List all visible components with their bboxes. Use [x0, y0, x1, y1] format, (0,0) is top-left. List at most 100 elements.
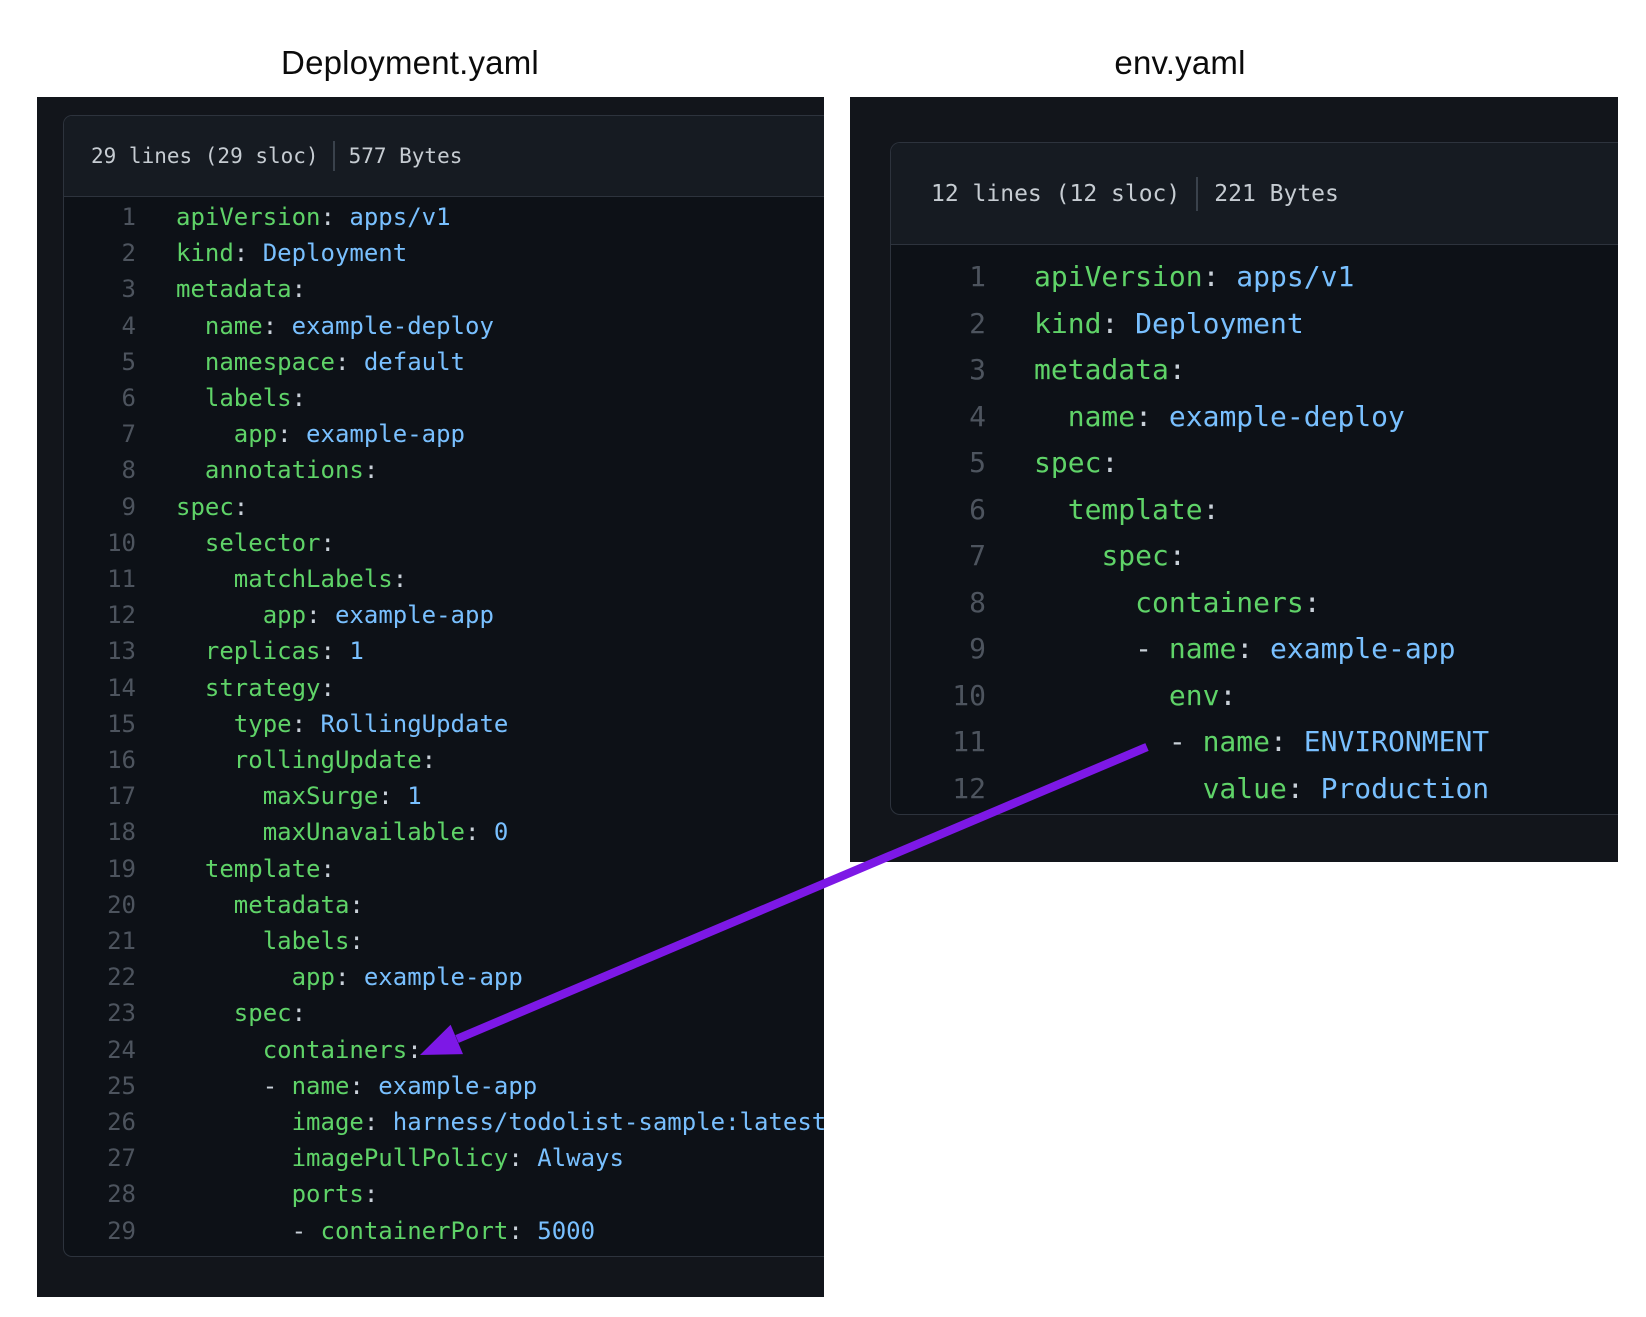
left-code-area: 1 apiVersion: apps/v1 2 kind: Deployment 3 me… [64, 197, 824, 1249]
code-line: 27 imagePullPolicy: Always [64, 1140, 824, 1176]
code-line: 24 containers: [64, 1032, 824, 1068]
code-line: 11 matchLabels: [64, 561, 824, 597]
code-text: - containerPort: 5000 [176, 1213, 595, 1249]
code-line: 4 name: example-deploy [891, 394, 1618, 441]
line-number: 23 [64, 995, 136, 1031]
line-number: 4 [891, 394, 986, 441]
line-number: 28 [64, 1176, 136, 1212]
code-line: 8 containers: [891, 580, 1618, 627]
code-line: 1apiVersion: apps/v1 [891, 254, 1618, 301]
code-line: 3metadata: [891, 347, 1618, 394]
right-file-title: env.yaml [1114, 44, 1245, 82]
line-number: 29 [64, 1213, 136, 1249]
line-number: 18 [64, 814, 136, 850]
line-number: 14 [64, 670, 136, 706]
code-line: 11 - name: ENVIRONMENT [891, 719, 1618, 766]
line-number: 3 [64, 271, 136, 307]
line-number: 13 [64, 633, 136, 669]
code-line: 8 annotations: [64, 452, 824, 488]
code-line: 17 maxSurge: 1 [64, 778, 824, 814]
line-number: 7 [64, 416, 136, 452]
line-number: 11 [891, 719, 986, 766]
right-code-panel: 12 lines (12 sloc) 221 Bytes 1apiVersion… [850, 97, 1618, 862]
line-number: 12 [64, 597, 136, 633]
code-text: metadata: [176, 271, 306, 307]
header-divider [333, 141, 335, 171]
code-line: 21 labels: [64, 923, 824, 959]
line-number: 24 [64, 1032, 136, 1068]
line-number: 8 [64, 452, 136, 488]
code-text: spec: [1034, 533, 1186, 580]
right-file-box: 12 lines (12 sloc) 221 Bytes 1apiVersion… [890, 142, 1618, 815]
code-line: 9spec: [64, 489, 824, 525]
code-line: 28 ports: [64, 1176, 824, 1212]
code-text: kind: Deployment [176, 235, 407, 271]
code-line: 4 name: example-deploy [64, 308, 824, 344]
code-line: 14 strategy: [64, 670, 824, 706]
code-text: app: example-app [176, 597, 494, 633]
code-line: 7 app: example-app [64, 416, 824, 452]
line-number: 11 [64, 561, 136, 597]
code-text: containers: [176, 1032, 422, 1068]
code-line: 18 maxUnavailable: 0 [64, 814, 824, 850]
code-text: value: Production [1034, 766, 1489, 813]
code-text: strategy: [176, 670, 335, 706]
code-text: type: RollingUpdate [176, 706, 508, 742]
code-text: metadata: [176, 887, 364, 923]
code-line: 10 selector: [64, 525, 824, 561]
code-text: containers: [1034, 580, 1321, 627]
left-file-header: 29 lines (29 sloc) 577 Bytes [64, 116, 824, 197]
code-text: maxSurge: 1 [176, 778, 422, 814]
line-number: 26 [64, 1104, 136, 1140]
code-text: spec: [1034, 440, 1118, 487]
right-file-header: 12 lines (12 sloc) 221 Bytes [891, 143, 1618, 245]
code-line: 1 apiVersion: apps/v1 [64, 199, 824, 235]
line-number: 3 [891, 347, 986, 394]
code-line: 12 value: Production [891, 766, 1618, 813]
code-line: 13 replicas: 1 [64, 633, 824, 669]
code-text: image: harness/todolist-sample:latest [176, 1104, 824, 1140]
code-text: kind: Deployment [1034, 301, 1304, 348]
code-text: labels: [176, 923, 364, 959]
header-divider [1196, 177, 1198, 211]
right-file-line-count: 12 lines (12 sloc) [931, 181, 1180, 207]
line-number: 25 [64, 1068, 136, 1104]
code-text: labels: [176, 380, 306, 416]
line-number: 8 [891, 580, 986, 627]
code-text: template: [176, 851, 335, 887]
code-text: app: example-app [176, 959, 523, 995]
line-number: 27 [64, 1140, 136, 1176]
line-number: 22 [64, 959, 136, 995]
code-line: 22 app: example-app [64, 959, 824, 995]
line-number: 20 [64, 887, 136, 923]
code-text: apiVersion: apps/v1 [1034, 254, 1354, 301]
code-text: name: example-deploy [1034, 394, 1405, 441]
line-number: 1 [64, 199, 136, 235]
code-line: 5 spec: [891, 440, 1618, 487]
line-number: 17 [64, 778, 136, 814]
code-text: app: example-app [176, 416, 465, 452]
line-number: 9 [891, 626, 986, 673]
code-text: - name: example-app [176, 1068, 537, 1104]
code-text: template: [1034, 487, 1219, 534]
line-number: 15 [64, 706, 136, 742]
code-text: spec: [176, 489, 248, 525]
left-code-panel: 29 lines (29 sloc) 577 Bytes 1 apiVersion… [37, 97, 824, 1297]
code-text: env: [1034, 673, 1236, 720]
code-line: 19 template: [64, 851, 824, 887]
code-text: selector: [176, 525, 335, 561]
code-line: 10 env: [891, 673, 1618, 720]
left-file-title: Deployment.yaml [281, 44, 539, 82]
code-line: 20 metadata: [64, 887, 824, 923]
line-number: 16 [64, 742, 136, 778]
code-text: maxUnavailable: 0 [176, 814, 508, 850]
code-line: 2kind: Deployment [891, 301, 1618, 348]
code-text: apiVersion: apps/v1 [176, 199, 451, 235]
line-number: 2 [64, 235, 136, 271]
code-text: name: example-deploy [176, 308, 494, 344]
line-number: 4 [64, 308, 136, 344]
line-number: 10 [64, 525, 136, 561]
line-number: 21 [64, 923, 136, 959]
code-text: spec: [176, 995, 306, 1031]
line-number: 5 [891, 440, 986, 487]
